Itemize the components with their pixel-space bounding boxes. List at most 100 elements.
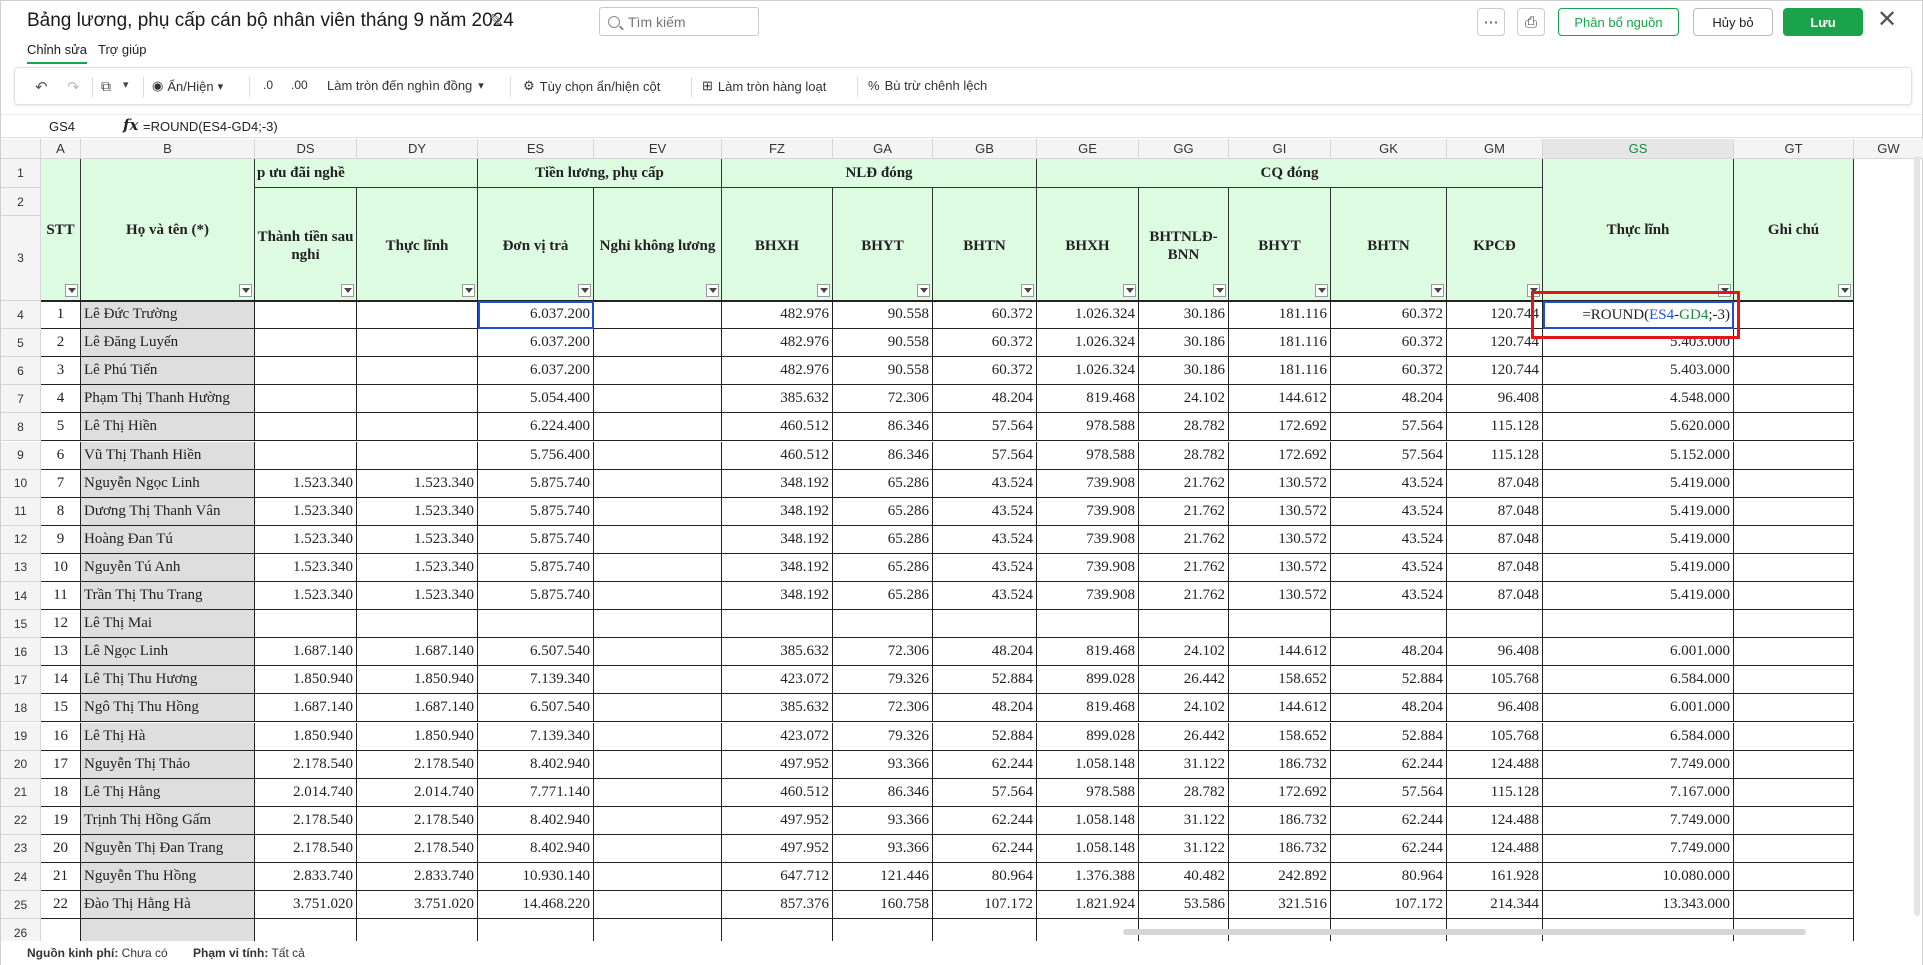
cell-note[interactable] xyxy=(1734,553,1854,582)
cell-gs[interactable]: 10.080.000 xyxy=(1543,863,1734,892)
cell-stt[interactable]: 3 xyxy=(41,357,81,386)
cell-gi[interactable]: 172.692 xyxy=(1229,778,1331,807)
cell-es[interactable]: 7.771.140 xyxy=(478,778,594,807)
undo-icon[interactable]: ↶ xyxy=(35,78,48,96)
cell-ga[interactable]: 86.346 xyxy=(833,441,933,470)
formula-input[interactable]: =ROUND(ES4-GD4;-3) xyxy=(143,119,278,134)
cell-gm[interactable]: 214.344 xyxy=(1447,891,1543,920)
cell-dy[interactable] xyxy=(357,301,478,330)
cell-gi[interactable]: 186.732 xyxy=(1229,806,1331,835)
cell-ds[interactable] xyxy=(255,610,357,639)
cell-ga[interactable]: 65.286 xyxy=(833,525,933,554)
cell-gw[interactable] xyxy=(1854,442,1923,470)
cell-gi[interactable]: 144.612 xyxy=(1229,638,1331,667)
cell-gw[interactable] xyxy=(1854,329,1923,357)
cell-stt[interactable]: 22 xyxy=(41,891,81,920)
cell-ev[interactable] xyxy=(594,525,722,554)
cell-dy[interactable]: 2.833.740 xyxy=(357,863,478,892)
cell-stt[interactable]: 19 xyxy=(41,806,81,835)
vertical-scrollbar[interactable] xyxy=(1914,156,1920,916)
batch-round-button[interactable]: ⊞ Làm tròn hàng loạt xyxy=(702,78,826,94)
cell-stt[interactable]: 11 xyxy=(41,582,81,611)
cell-gs[interactable]: 7.749.000 xyxy=(1543,806,1734,835)
cell-note[interactable] xyxy=(1734,863,1854,892)
cell-gb[interactable]: 52.884 xyxy=(933,722,1037,751)
cell-ga[interactable]: 65.286 xyxy=(833,497,933,526)
cell-ds[interactable] xyxy=(255,301,357,330)
cell-gw[interactable] xyxy=(1854,779,1923,807)
cell-es[interactable]: 7.139.340 xyxy=(478,722,594,751)
cell-ev[interactable] xyxy=(594,357,722,386)
cell-ds[interactable]: 1.687.140 xyxy=(255,638,357,667)
cell-gk[interactable]: 52.884 xyxy=(1331,722,1447,751)
cell-gw[interactable] xyxy=(1854,835,1923,863)
cell-gi[interactable]: 186.732 xyxy=(1229,750,1331,779)
row-header[interactable]: 20 xyxy=(1,750,41,779)
cell-es[interactable]: 5.875.740 xyxy=(478,582,594,611)
cell-gg[interactable]: 28.782 xyxy=(1139,413,1229,442)
cell-ga[interactable]: 72.306 xyxy=(833,385,933,414)
cell-ga[interactable]: 93.366 xyxy=(833,834,933,863)
cell-name[interactable]: Lê Thị Hiền xyxy=(81,413,255,442)
cell-gw[interactable] xyxy=(1854,554,1923,582)
cell-ev[interactable] xyxy=(594,497,722,526)
close-icon[interactable]: ✕ xyxy=(1877,5,1897,34)
cell-ds[interactable] xyxy=(255,329,357,358)
select-all-corner[interactable] xyxy=(1,139,41,159)
cell-gm[interactable]: 124.488 xyxy=(1447,750,1543,779)
cell-es[interactable]: 10.930.140 xyxy=(478,863,594,892)
cell-gm[interactable]: 96.408 xyxy=(1447,385,1543,414)
tab-help[interactable]: Trợ giúp xyxy=(98,42,147,57)
column-header-gg[interactable]: GG xyxy=(1139,139,1229,159)
cell-gb[interactable]: 107.172 xyxy=(933,891,1037,920)
cell-gb[interactable]: 80.964 xyxy=(933,863,1037,892)
cell-ev[interactable] xyxy=(594,891,722,920)
cell-gs[interactable]: 6.584.000 xyxy=(1543,666,1734,695)
cell-note[interactable] xyxy=(1734,329,1854,358)
row-header[interactable]: 3 xyxy=(1,216,41,301)
cell-gi[interactable] xyxy=(1229,610,1331,639)
cell-fz[interactable]: 460.512 xyxy=(722,778,833,807)
cell-gi[interactable]: 172.692 xyxy=(1229,441,1331,470)
cell-gb[interactable]: 60.372 xyxy=(933,329,1037,358)
cell-name[interactable]: Ngô Thị Thu Hồng xyxy=(81,694,255,723)
cell-note[interactable] xyxy=(1734,834,1854,863)
cell-stt[interactable]: 13 xyxy=(41,638,81,667)
cell-gi[interactable]: 321.516 xyxy=(1229,891,1331,920)
cell-ge[interactable]: 819.468 xyxy=(1037,694,1139,723)
cell-gs[interactable]: 7.749.000 xyxy=(1543,834,1734,863)
cell-gg[interactable]: 30.186 xyxy=(1139,301,1229,330)
cell-gm[interactable]: 115.128 xyxy=(1447,778,1543,807)
filter-dropdown-icon[interactable] xyxy=(1213,284,1226,297)
cell-ge[interactable]: 1.026.324 xyxy=(1037,301,1139,330)
cell-ev[interactable] xyxy=(594,722,722,751)
cell-dy[interactable]: 1.523.340 xyxy=(357,525,478,554)
row-header[interactable]: 18 xyxy=(1,694,41,723)
cell-note[interactable] xyxy=(1734,778,1854,807)
cell-gk[interactable]: 62.244 xyxy=(1331,834,1447,863)
cell-dy[interactable] xyxy=(357,610,478,639)
cell-ds[interactable]: 2.833.740 xyxy=(255,863,357,892)
cell-note[interactable] xyxy=(1734,694,1854,723)
column-header-fz[interactable]: FZ xyxy=(722,139,833,159)
cell-ge[interactable]: 899.028 xyxy=(1037,722,1139,751)
cell-ge[interactable]: 978.588 xyxy=(1037,413,1139,442)
column-header-es[interactable]: ES xyxy=(478,139,594,159)
cell-gk[interactable]: 57.564 xyxy=(1331,441,1447,470)
cell-ga[interactable]: 121.446 xyxy=(833,863,933,892)
cell-ge[interactable] xyxy=(1037,610,1139,639)
cell-gb[interactable]: 43.524 xyxy=(933,497,1037,526)
cell-gi[interactable]: 130.572 xyxy=(1229,525,1331,554)
cell-gb[interactable]: 62.244 xyxy=(933,834,1037,863)
cell-ev[interactable] xyxy=(594,441,722,470)
cell-fz[interactable]: 348.192 xyxy=(722,497,833,526)
cell-fz[interactable]: 482.976 xyxy=(722,301,833,330)
cell-gg[interactable]: 28.782 xyxy=(1139,778,1229,807)
cell-dy[interactable]: 2.014.740 xyxy=(357,778,478,807)
horizontal-scrollbar[interactable] xyxy=(1123,929,1806,935)
cell-gk[interactable]: 43.524 xyxy=(1331,469,1447,498)
cell-gb[interactable]: 52.884 xyxy=(933,666,1037,695)
cell-note[interactable] xyxy=(1734,301,1854,330)
cell-stt[interactable]: 2 xyxy=(41,329,81,358)
cancel-button[interactable]: Hủy bỏ xyxy=(1693,8,1773,36)
